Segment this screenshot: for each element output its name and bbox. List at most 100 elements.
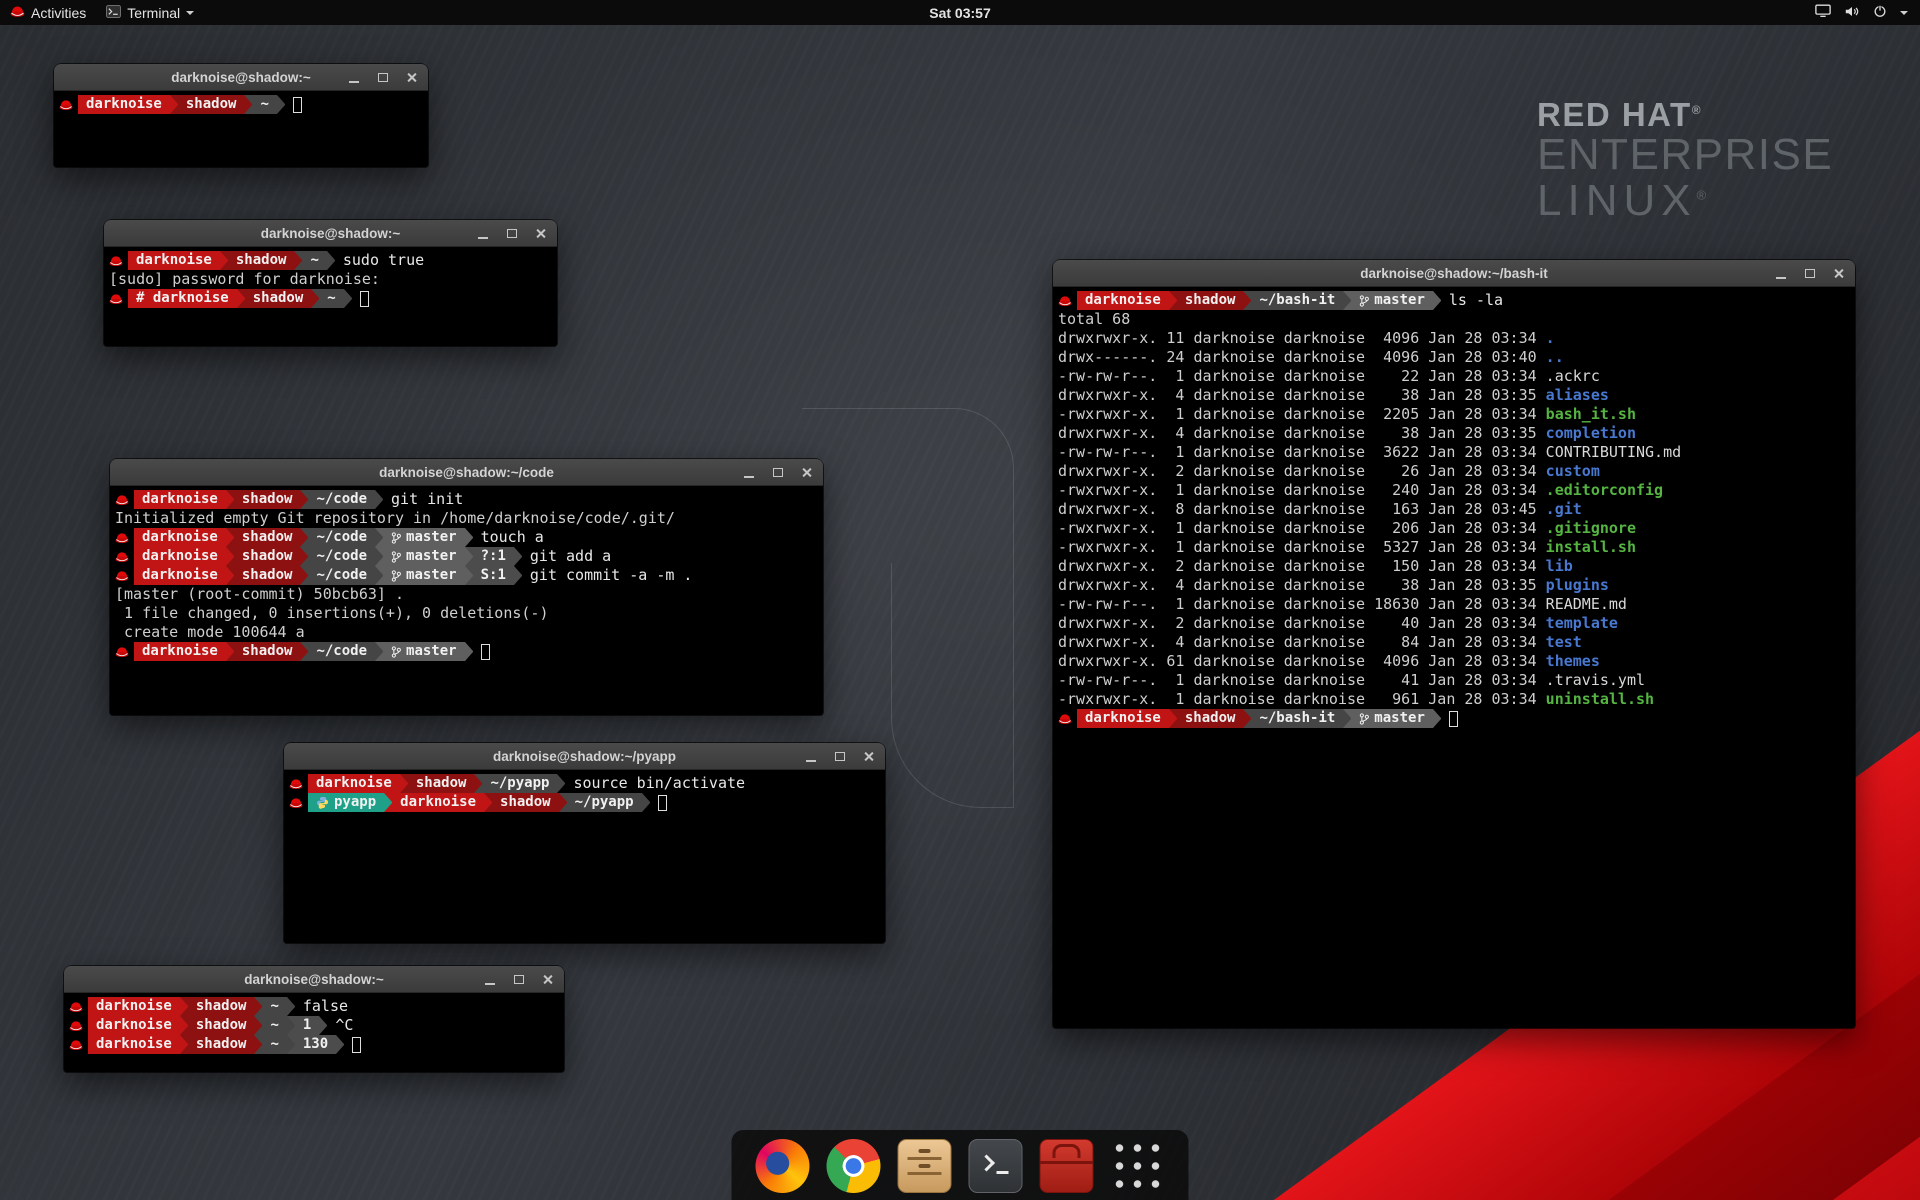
close-button[interactable] [539, 970, 557, 988]
segment-label: darknoise [142, 528, 218, 547]
minimize-button[interactable] [1772, 264, 1790, 282]
terminal-window: darknoise@shadow:~/codedarknoiseshadow~/… [110, 459, 823, 715]
close-button[interactable] [798, 463, 816, 481]
prompt-segment-user: darknoise [134, 490, 226, 509]
chrome-icon[interactable] [827, 1139, 881, 1193]
ls-line: drwxrwxr-x. 2 darknoise darknoise 150 Ja… [1058, 557, 1853, 576]
maximize-button[interactable] [374, 68, 392, 86]
segment-label: shadow [196, 1016, 247, 1035]
minimize-button[interactable] [740, 463, 758, 481]
terminal-body[interactable]: darknoiseshadow~falsedarknoiseshadow~1^C… [64, 993, 564, 1072]
toolbox-icon[interactable] [1040, 1139, 1094, 1193]
redhat-icon [115, 642, 129, 661]
maximize-icon [514, 975, 524, 984]
terminal-body[interactable]: darknoiseshadow~ [54, 91, 428, 167]
segment-label: ~ [270, 1016, 278, 1035]
powerline-separator [557, 774, 565, 793]
window-controls [1772, 260, 1848, 286]
minimize-button[interactable] [345, 68, 363, 86]
firefox-icon[interactable] [756, 1139, 810, 1193]
maximize-icon [1805, 269, 1815, 278]
prompt-line: darknoiseshadow~/codemastertouch a [115, 528, 821, 547]
terminal-icon[interactable] [969, 1139, 1023, 1193]
app-grid-icon[interactable] [1111, 1139, 1165, 1193]
file-name: test [1546, 633, 1582, 651]
window-titlebar[interactable]: darknoise@shadow:~/pyapp [284, 743, 885, 770]
prompt-segment-path: ~ [302, 251, 326, 270]
prompt-segment-user: darknoise [88, 1016, 180, 1035]
maximize-button[interactable] [510, 970, 528, 988]
segment-label: shadow [242, 490, 293, 509]
powerline-separator [226, 642, 234, 661]
window-titlebar[interactable]: darknoise@shadow:~/code [110, 459, 823, 486]
prompt-segment-host: shadow [234, 528, 301, 547]
clock[interactable]: Sat 03:57 [929, 5, 990, 21]
minimize-button[interactable] [481, 970, 499, 988]
branch-icon [391, 645, 401, 659]
window-controls [740, 459, 816, 485]
maximize-button[interactable] [769, 463, 787, 481]
powerline-separator [226, 547, 234, 566]
close-button[interactable] [403, 68, 421, 86]
terminal-body[interactable]: darknoiseshadow~/codegit initInitialized… [110, 486, 823, 715]
terminal-cursor [352, 1037, 361, 1053]
close-button[interactable] [860, 747, 878, 765]
terminal-body[interactable]: darknoiseshadow~/pyappsource bin/activat… [284, 770, 885, 943]
minimize-icon [806, 760, 816, 762]
maximize-button[interactable] [503, 224, 521, 242]
powerline-separator [170, 95, 178, 114]
window-titlebar[interactable]: darknoise@shadow:~ [104, 220, 557, 247]
redhat-icon [10, 5, 25, 21]
ls-attributes: drwxrwxr-x. 4 darknoise darknoise 38 Jan… [1058, 424, 1546, 442]
window-titlebar[interactable]: darknoise@shadow:~ [64, 966, 564, 993]
prompt-line: darknoiseshadow~130 [69, 1035, 562, 1054]
minimize-icon [744, 476, 754, 478]
prompt-segment-host: shadow [188, 1035, 255, 1054]
redhat-icon [289, 793, 303, 812]
files-icon[interactable] [898, 1139, 952, 1193]
redhat-icon [115, 547, 129, 566]
prompt-segment-path: ~/code [308, 528, 375, 547]
volume-icon [1844, 5, 1860, 21]
prompt-line: darknoiseshadow~/codemaster [115, 642, 821, 661]
app-menu-terminal[interactable]: Terminal [106, 0, 194, 25]
segment-label: ~/pyapp [490, 774, 549, 793]
segment-label: darknoise [96, 1035, 172, 1054]
prompt-segment-host: shadow [234, 642, 301, 661]
terminal-body[interactable]: darknoiseshadow~/bash-itmasterls -latota… [1053, 287, 1855, 1028]
file-name: .gitignore [1546, 519, 1636, 537]
segment-label: # darknoise [136, 289, 229, 308]
segment-label: shadow [416, 774, 467, 793]
ls-attributes: drwxrwxr-x. 4 darknoise darknoise 38 Jan… [1058, 386, 1546, 404]
segment-label: ~ [310, 251, 318, 270]
close-icon [536, 228, 547, 239]
segment-label: master [406, 547, 457, 566]
maximize-button[interactable] [1801, 264, 1819, 282]
segment-label: ~ [260, 95, 268, 114]
activities-button[interactable]: Activities [10, 0, 86, 25]
powerline-separator [180, 997, 188, 1016]
powerline-separator [465, 528, 473, 547]
system-status-area[interactable] [1815, 4, 1920, 21]
powerline-separator [287, 997, 295, 1016]
minimize-button[interactable] [474, 224, 492, 242]
redhat-icon [289, 774, 303, 793]
prompt-segment-git: master [383, 528, 465, 547]
powerline-separator [344, 289, 352, 308]
prompt-segment-user: darknoise [78, 95, 170, 114]
terminal-body[interactable]: darknoiseshadow~sudo true[sudo] password… [104, 247, 557, 346]
powerline-separator [300, 547, 308, 566]
top-bar: Activities Terminal Sat 03:57 [0, 0, 1920, 25]
maximize-button[interactable] [831, 747, 849, 765]
close-button[interactable] [1830, 264, 1848, 282]
ls-attributes: -rw-rw-r--. 1 darknoise darknoise 22 Jan… [1058, 367, 1546, 385]
minimize-button[interactable] [802, 747, 820, 765]
file-name: lib [1546, 557, 1573, 575]
redhat-icon [69, 1016, 83, 1035]
powerline-separator [226, 528, 234, 547]
window-titlebar[interactable]: darknoise@shadow:~/bash-it [1053, 260, 1855, 287]
window-titlebar[interactable]: darknoise@shadow:~ [54, 64, 428, 91]
segment-label: shadow [1185, 709, 1236, 728]
close-button[interactable] [532, 224, 550, 242]
powerline-separator [254, 997, 262, 1016]
